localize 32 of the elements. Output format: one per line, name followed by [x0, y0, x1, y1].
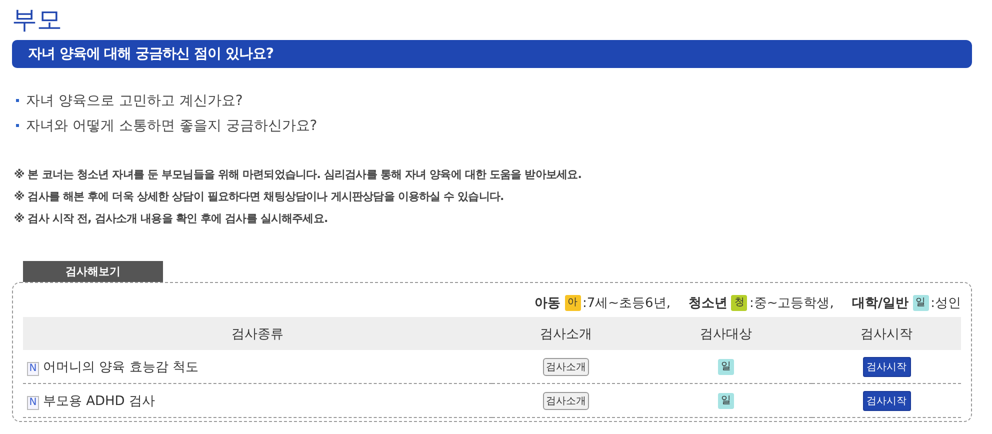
test-name: 부모용 ADHD 검사: [43, 394, 155, 408]
start-button[interactable]: 검사시작: [862, 390, 910, 410]
new-badge: N: [27, 362, 39, 376]
column-header: 검사대상: [640, 317, 812, 350]
target-badge: 일: [718, 393, 734, 409]
legend-text: :성인: [930, 295, 961, 312]
target-badge: 일: [718, 359, 734, 375]
intro-button[interactable]: 검사소개: [543, 392, 589, 410]
page-title: 부모: [12, 4, 62, 36]
age-badge: 아: [564, 295, 580, 311]
age-badge: 청: [731, 295, 748, 311]
column-header: 검사시작: [812, 317, 961, 350]
legend-label: 대학/일반: [852, 295, 909, 312]
note-text: ※ 검사를 해본 후에 더욱 상세한 상담이 필요하다면 채팅상담이나 게시판상담을 이용하실 수 있습니다.: [14, 189, 505, 205]
banner: 자녀 양육에 대해 궁금하신 점이 있나요?: [12, 40, 972, 68]
start-button[interactable]: 검사시작: [862, 356, 910, 376]
legend-text: :중~고등학생,: [749, 295, 834, 312]
question-text: 자녀 양육으로 고민하고 계신가요?: [26, 92, 243, 110]
note-text: ※ 검사 시작 전, 검사소개 내용을 확인 후에 검사를 실시해주세요.: [14, 211, 329, 227]
bullet-icon: [16, 99, 19, 102]
bullet-icon: [16, 124, 19, 127]
note-text: ※ 본 코너는 청소년 자녀를 둔 부모님들을 위해 마련되었습니다. 심리검사를 통해 자녀 양육에 대한 도움을 받아보세요.: [14, 167, 582, 183]
legend-text: :7세~초등6년,: [582, 295, 670, 312]
column-header: 검사종류: [23, 317, 492, 350]
test-name: 어머니의 양육 효능감 척도: [43, 360, 198, 374]
intro-button[interactable]: 검사소개: [543, 358, 589, 376]
column-header: 검사소개: [492, 317, 640, 350]
legend-label: 아동: [534, 295, 560, 312]
question-text: 자녀와 어떻게 소통하면 좋을지 궁금하신가요?: [26, 116, 318, 134]
legend-label: 청소년: [688, 295, 728, 312]
age-badge: 일: [912, 295, 929, 311]
new-badge: N: [27, 396, 39, 410]
